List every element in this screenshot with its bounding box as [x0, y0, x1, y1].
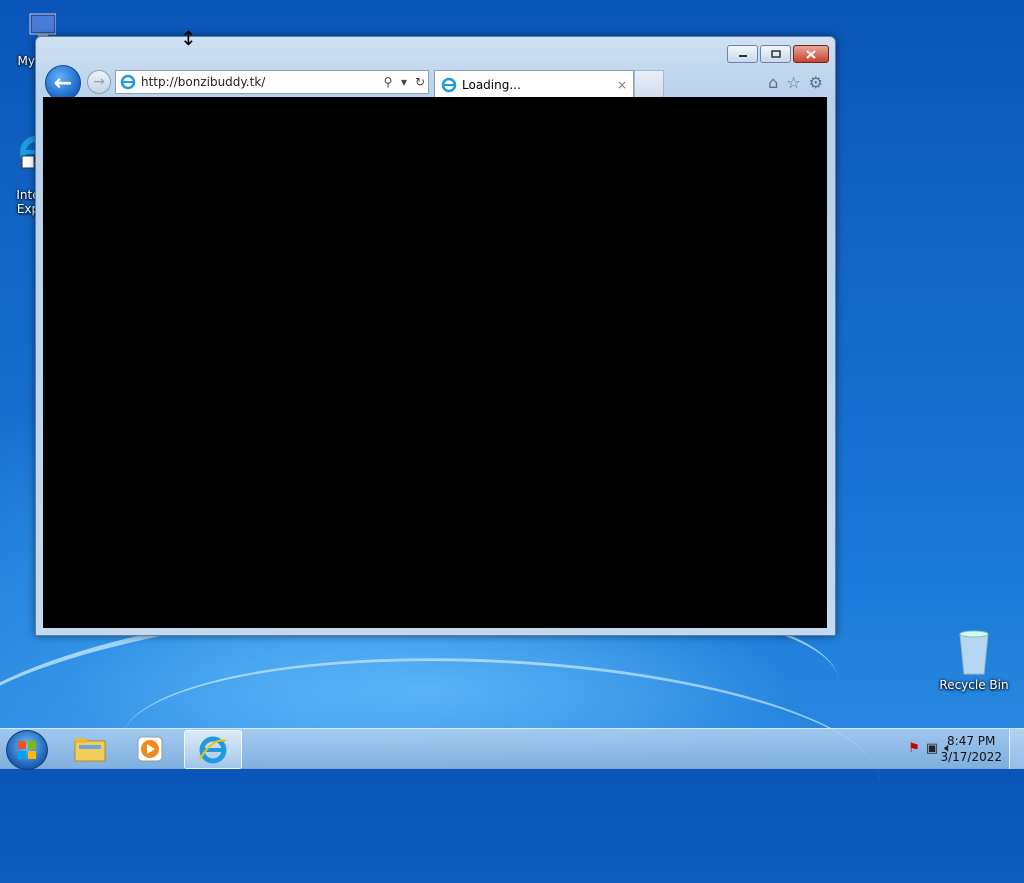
clock[interactable]: 8:47 PM 3/17/2022 [940, 733, 1002, 765]
caption-buttons [727, 45, 829, 63]
network-icon[interactable]: ▣ [926, 741, 938, 756]
minimize-button[interactable] [727, 45, 758, 63]
recycle-bin-icon [959, 630, 989, 675]
page-ie-icon [120, 74, 136, 90]
taskbar: ⚑ ▣ 🔈︎ 8:47 PM 3/17/2022 [0, 728, 1024, 770]
home-icon[interactable]: ⌂ [768, 73, 778, 92]
start-button[interactable] [6, 730, 48, 770]
media-player-icon [137, 736, 163, 761]
folder-icon [74, 737, 106, 761]
tab-close-icon[interactable]: × [617, 78, 633, 92]
browser-window[interactable]: ← → http://bonzibuddy.tk/ ⚲ ▾ ↻ Loading.… [35, 36, 836, 636]
minimize-icon [738, 55, 747, 57]
maximize-icon [770, 50, 781, 58]
clock-time: 8:47 PM [947, 734, 996, 748]
internet-explorer-icon [199, 736, 227, 763]
new-tab-button[interactable] [634, 70, 664, 98]
taskbar-media-player[interactable] [122, 730, 178, 767]
desktop-icon-recycle-bin[interactable]: Recycle Bin [938, 630, 1010, 692]
close-icon [806, 49, 816, 59]
forward-button[interactable]: → [87, 70, 111, 94]
back-arrow-icon: ← [53, 70, 73, 96]
back-button[interactable]: ← [45, 65, 81, 101]
address-input[interactable]: http://bonzibuddy.tk/ [141, 75, 380, 89]
star-icon[interactable]: ☆ [786, 73, 800, 92]
gear-icon[interactable]: ⚙ [809, 73, 823, 92]
tab-title: Loading... [462, 77, 521, 92]
tab-active[interactable]: Loading... × [434, 70, 634, 98]
browser-tools: ⌂ ☆ ⚙ [768, 73, 823, 92]
dropdown-chevron-icon[interactable]: ▾ [396, 75, 412, 89]
action-center-flag-icon[interactable]: ⚑ [908, 741, 920, 756]
page-content[interactable] [43, 97, 827, 628]
tab-ie-icon [441, 77, 457, 92]
search-icon[interactable]: ⚲ [380, 75, 396, 89]
forward-arrow-icon: → [93, 74, 105, 90]
close-button[interactable] [793, 45, 829, 63]
maximize-button[interactable] [760, 45, 791, 63]
taskbar-explorer[interactable] [62, 730, 118, 767]
resize-cursor-icon: ↕ [180, 26, 197, 50]
clock-date: 3/17/2022 [940, 750, 1002, 764]
taskbar-internet-explorer[interactable] [184, 730, 242, 769]
desktop-icon-label: Recycle Bin [939, 678, 1009, 692]
refresh-icon[interactable]: ↻ [412, 75, 428, 89]
windows-orb-icon [18, 741, 36, 759]
show-desktop-button[interactable] [1009, 729, 1024, 769]
address-bar[interactable]: http://bonzibuddy.tk/ ⚲ ▾ ↻ [115, 70, 429, 94]
